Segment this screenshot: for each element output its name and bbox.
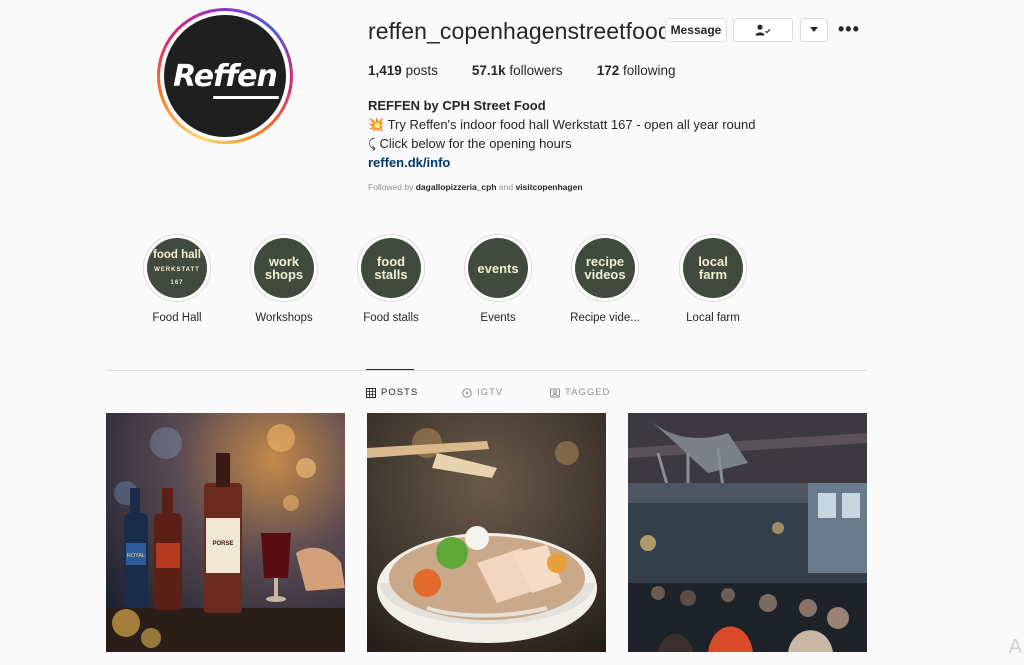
following-button[interactable] [733, 18, 793, 42]
person-check-icon [755, 24, 771, 36]
food-bowl-photo [367, 413, 606, 652]
highlight-cover-line-1: food hall [153, 248, 201, 261]
highlight-label: Local farm [686, 312, 740, 324]
watermark-text: A [1008, 636, 1022, 658]
chevron-down-icon [810, 27, 818, 32]
tab-posts-label: POSTS [381, 387, 419, 398]
following-count: 172 [596, 63, 620, 78]
highlight-cover: events [468, 238, 528, 298]
highlight-ring: recipe videos [571, 234, 639, 302]
bottle-label-porse: PORSE [212, 541, 233, 547]
highlight-food-stalls[interactable]: food stalls Food stalls [351, 234, 431, 324]
highlight-cover: food hall WERKSTATT 167 [147, 238, 207, 298]
avatar-logo-text: Reffen [173, 58, 279, 99]
followers-label: followers [509, 63, 563, 78]
highlight-label: Recipe vide... [570, 312, 640, 324]
following-stat[interactable]: 172 following [597, 63, 676, 78]
followed-by-user-2[interactable]: visitcopenhagen [515, 182, 582, 192]
profile-username: reffen_copenhagenstreetfood [368, 18, 671, 44]
tab-posts[interactable]: POSTS [366, 387, 418, 398]
bio-display-name: REFFEN by CPH Street Food [368, 98, 546, 113]
highlight-cover: work shops [254, 238, 314, 298]
highlight-cover-line-2: WERKSTATT 167 [154, 266, 200, 286]
bio-line-2-text: Click below for the opening hours [379, 136, 572, 151]
highlight-ring: food stalls [357, 234, 425, 302]
grid-icon [366, 387, 376, 398]
explosion-icon: 💥 [368, 117, 385, 132]
highlight-cover-line-2: stalls [374, 267, 408, 282]
arrow-down-icon: ⤹ [368, 136, 376, 151]
highlight-workshops[interactable]: work shops Workshops [244, 234, 324, 324]
tagged-icon [550, 388, 560, 397]
highlight-label: Food Hall [152, 312, 202, 324]
bottle-label-royal: ROYAL [127, 553, 145, 559]
highlight-events[interactable]: events Events [458, 234, 538, 324]
highlight-food-hall[interactable]: food hall WERKSTATT 167 Food Hall [137, 234, 217, 324]
profile-stats: 1,419 posts 57.1k followers 172 followin… [368, 63, 710, 78]
tab-igtv-label: IGTV [477, 387, 504, 398]
highlight-ring: events [464, 234, 532, 302]
highlight-cover: local farm [683, 238, 743, 298]
followed-by: Followed by dagallopizzeria_cph and visi… [368, 182, 583, 192]
highlight-ring: work shops [250, 234, 318, 302]
profile-bio: REFFEN by CPH Street Food 💥 Try Reffen's… [368, 96, 755, 172]
bio-link[interactable]: reffen.dk/info [368, 153, 755, 172]
active-tab-indicator [366, 369, 414, 370]
food-hall-photo [628, 413, 867, 652]
posts-label: posts [405, 63, 438, 78]
followers-count: 57.1k [471, 63, 506, 78]
bio-line-1: 💥 Try Reffen's indoor food hall Werkstat… [368, 115, 755, 134]
highlight-cover-line-2: videos [584, 267, 626, 282]
followed-by-and: and [498, 182, 514, 192]
followed-by-prefix: Followed by [368, 182, 414, 192]
highlight-cover-line-2: farm [698, 267, 728, 282]
bio-line-2: ⤹ Click below for the opening hours [368, 134, 755, 153]
tabs-divider [106, 370, 866, 371]
highlight-cover-line-2: shops [264, 267, 304, 282]
bio-line-1-text: Try Reffen's indoor food hall Werkstatt … [387, 117, 756, 132]
post-thumbnail-food-hall[interactable] [628, 413, 867, 652]
igtv-icon [462, 387, 472, 398]
profile-avatar[interactable]: Reffen [164, 15, 286, 137]
post-thumbnail-drinks[interactable]: ROYAL PORSE [106, 413, 345, 652]
posts-count: 1,419 [368, 63, 402, 78]
highlight-cover: food stalls [361, 238, 421, 298]
tab-igtv[interactable]: IGTV [462, 387, 503, 398]
highlight-recipe-videos[interactable]: recipe videos Recipe vide... [565, 234, 645, 324]
profile-avatar-ring[interactable]: Reffen [157, 8, 293, 144]
tab-tagged[interactable]: TAGGED [550, 387, 610, 398]
posts-stat: 1,419 posts [368, 63, 438, 78]
highlight-label: Workshops [255, 312, 313, 324]
highlight-ring: local farm [679, 234, 747, 302]
tab-tagged-label: TAGGED [565, 387, 611, 398]
followed-by-user-1[interactable]: dagallopizzeria_cph [416, 182, 497, 192]
following-label: following [622, 63, 676, 78]
message-button[interactable]: Message [665, 18, 727, 42]
highlight-cover-line-1: events [477, 260, 519, 276]
suggested-dropdown-button[interactable] [800, 18, 828, 42]
followers-stat[interactable]: 57.1k followers [472, 63, 563, 78]
highlight-label: Food stalls [363, 312, 419, 324]
post-thumbnail-bowl[interactable] [367, 413, 606, 652]
highlight-ring: food hall WERKSTATT 167 [143, 234, 211, 302]
more-options-icon[interactable]: ••• [838, 20, 860, 38]
highlight-local-farm[interactable]: local farm Local farm [673, 234, 753, 324]
drinks-photo: ROYAL PORSE [106, 413, 345, 652]
highlight-cover: recipe videos [575, 238, 635, 298]
highlight-label: Events [480, 312, 516, 324]
